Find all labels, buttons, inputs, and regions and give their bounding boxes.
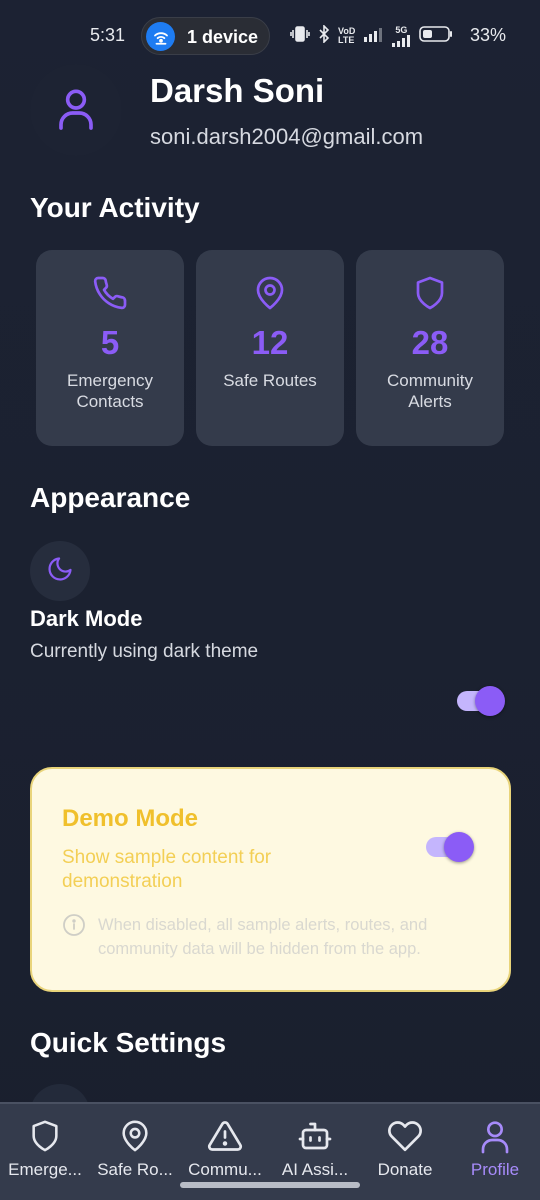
- profile-email: soni.darsh2004@gmail.com: [150, 124, 424, 149]
- nav-item-emergency[interactable]: Emerge...: [0, 1104, 90, 1194]
- nav-item-community[interactable]: Commu...: [180, 1104, 270, 1194]
- demo-mode-card: Demo Mode Show sample content for demons…: [30, 767, 511, 992]
- dark-mode-subtitle: Currently using dark theme: [30, 641, 259, 662]
- alert-triangle-icon: [207, 1116, 243, 1156]
- nav-label: Safe Ro...: [97, 1160, 173, 1179]
- nav-label: Commu...: [188, 1160, 262, 1179]
- map-pin-icon: [252, 274, 288, 312]
- toggle-knob: [475, 686, 505, 716]
- nav-item-safe-routes[interactable]: Safe Ro...: [90, 1104, 180, 1194]
- activity-card-safe-routes[interactable]: 12 Safe Routes: [196, 250, 344, 446]
- quick-settings-title: Quick Settings: [30, 1027, 227, 1058]
- avatar[interactable]: [30, 64, 122, 156]
- heart-icon: [387, 1116, 423, 1156]
- signal-icon: [363, 26, 383, 47]
- appearance-title: Appearance: [30, 482, 191, 513]
- status-icons: VoD LTE 5G: [290, 23, 453, 48]
- activity-title: Your Activity: [30, 192, 200, 223]
- battery-percent: 33%: [470, 25, 507, 45]
- nav-label: Profile: [470, 1160, 520, 1179]
- bluetooth-icon: [318, 23, 330, 48]
- home-indicator[interactable]: [180, 1182, 360, 1188]
- nav-item-donate[interactable]: Donate: [360, 1104, 450, 1194]
- dark-mode-toggle[interactable]: [457, 686, 505, 716]
- shield-icon: [412, 274, 448, 312]
- nav-item-ai-assistant[interactable]: AI Assi...: [270, 1104, 360, 1194]
- nav-label: Donate: [377, 1160, 433, 1179]
- status-bar: 5:31 1 device VoD LTE 5G 33%: [0, 0, 540, 70]
- safe-routes-label: Safe Routes: [223, 371, 317, 390]
- hotspot-pill[interactable]: 1 device: [141, 17, 270, 55]
- demo-mode-note: When disabled, all sample alerts, routes…: [98, 916, 428, 958]
- profile-screen: 5:31 1 device VoD LTE 5G 33% Darsh Soni …: [0, 0, 540, 1200]
- volte-indicator: VoD LTE: [338, 26, 356, 45]
- profile-name: Darsh Soni: [150, 72, 325, 109]
- battery-icon: [419, 25, 453, 48]
- vibrate-icon: [290, 25, 310, 48]
- toggle-knob: [444, 832, 474, 862]
- signal-5g-icon: 5G: [391, 25, 411, 47]
- demo-mode-title: Demo Mode: [62, 805, 199, 832]
- info-icon: [62, 913, 86, 937]
- user-icon: [479, 1116, 511, 1156]
- hotspot-label: 1 device: [187, 27, 259, 47]
- nav-label: Emerge...: [8, 1160, 82, 1179]
- activity-card-community-alerts[interactable]: 28 Community Alerts: [356, 250, 504, 446]
- shield-icon: [28, 1116, 62, 1156]
- map-pin-icon: [118, 1116, 152, 1156]
- nav-label: AI Assi...: [281, 1160, 349, 1179]
- emergency-contacts-label: Emergency Contacts: [67, 371, 153, 411]
- bot-icon: [297, 1116, 333, 1156]
- dark-mode-title: Dark Mode: [30, 606, 143, 631]
- phone-icon: [92, 274, 128, 312]
- user-icon: [56, 86, 96, 135]
- activity-card-emergency-contacts[interactable]: 5 Emergency Contacts: [36, 250, 184, 446]
- dark-mode-icon-wrap: [30, 541, 90, 601]
- status-time: 5:31: [90, 25, 126, 45]
- hotspot-icon: [146, 22, 175, 51]
- safe-routes-count: 12: [251, 324, 289, 361]
- moon-icon: [46, 555, 74, 588]
- emergency-contacts-count: 5: [100, 324, 120, 361]
- nav-item-profile[interactable]: Profile: [450, 1104, 540, 1194]
- demo-mode-subtitle: Show sample content for demonstration: [62, 847, 272, 892]
- community-alerts-count: 28: [411, 324, 449, 361]
- community-alerts-label: Community Alerts: [387, 371, 473, 411]
- demo-mode-toggle[interactable]: [426, 832, 474, 862]
